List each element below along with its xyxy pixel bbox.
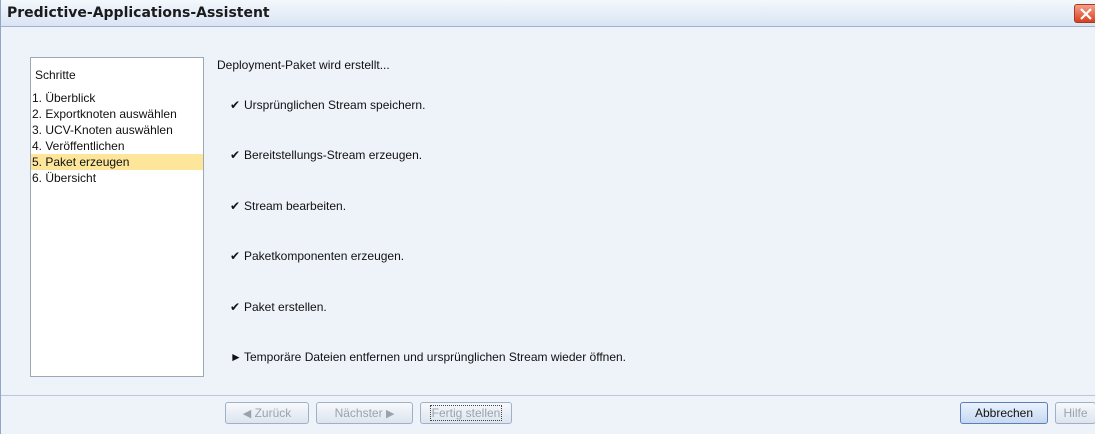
arrow-right-icon: ▶	[385, 408, 395, 420]
task-item: ✔ Ursprünglichen Stream speichern.	[230, 98, 425, 112]
next-button[interactable]: Nächster ▶	[316, 402, 413, 424]
back-button[interactable]: ◀ Zurück	[225, 402, 309, 424]
task-item: ✔ Paketkomponenten erzeugen.	[230, 249, 404, 263]
help-button[interactable]: Hilfe	[1055, 402, 1095, 424]
checkmark-icon: ✔	[230, 249, 241, 263]
steps-header: Schritte	[35, 68, 76, 82]
cancel-button-label: Abbrechen	[974, 406, 1034, 420]
button-bar: ◀ Zurück Nächster ▶ Fertig stellen Abbre…	[1, 395, 1095, 434]
steps-panel: Schritte 1. Überblick 2. Exportknoten au…	[30, 57, 204, 377]
close-icon	[1080, 8, 1092, 20]
checkmark-icon: ✔	[230, 98, 241, 112]
step-item-summary[interactable]: 6. Übersicht	[31, 170, 203, 186]
checkmark-icon: ✔	[230, 199, 241, 213]
status-text: Deployment-Paket wird erstellt...	[217, 58, 390, 72]
task-label: Paketkomponenten erzeugen.	[244, 249, 405, 263]
task-item: ✔ Paket erstellen.	[230, 300, 327, 314]
task-label: Temporäre Dateien entfernen und ursprüng…	[244, 350, 627, 364]
task-label: Ursprünglichen Stream speichern.	[244, 98, 426, 112]
task-item-current: ► Temporäre Dateien entfernen und ursprün…	[230, 350, 626, 364]
finish-button[interactable]: Fertig stellen	[420, 402, 512, 424]
window-title: Predictive-Applications-Assistent	[7, 5, 270, 21]
step-item-ucv-node[interactable]: 3. UCV-Knoten auswählen	[31, 122, 203, 138]
wizard-dialog: Predictive-Applications-Assistent Schrit…	[0, 0, 1095, 434]
task-label: Bereitstellungs-Stream erzeugen.	[244, 148, 423, 162]
task-label: Paket erstellen.	[244, 300, 327, 314]
arrow-left-icon: ◀	[242, 408, 252, 420]
task-label: Stream bearbeiten.	[244, 199, 347, 213]
step-item-overview[interactable]: 1. Überblick	[31, 90, 203, 106]
help-button-label: Hilfe	[1063, 406, 1088, 420]
task-item: ✔ Stream bearbeiten.	[230, 199, 346, 213]
step-item-publish[interactable]: 4. Veröffentlichen	[31, 138, 203, 154]
cancel-button[interactable]: Abbrechen	[960, 402, 1048, 424]
task-item: ✔ Bereitstellungs-Stream erzeugen.	[230, 148, 422, 162]
step-item-create-package[interactable]: 5. Paket erzeugen	[31, 154, 203, 170]
close-button[interactable]	[1074, 4, 1095, 23]
title-bar: Predictive-Applications-Assistent	[1, 0, 1095, 27]
checkmark-icon: ✔	[230, 300, 241, 314]
play-arrow-icon: ►	[230, 350, 242, 364]
step-item-export-node[interactable]: 2. Exportknoten auswählen	[31, 106, 203, 122]
finish-button-label: Fertig stellen	[429, 405, 503, 421]
back-button-label: Zurück	[254, 406, 292, 420]
next-button-label: Nächster	[334, 406, 383, 420]
checkmark-icon: ✔	[230, 148, 241, 162]
